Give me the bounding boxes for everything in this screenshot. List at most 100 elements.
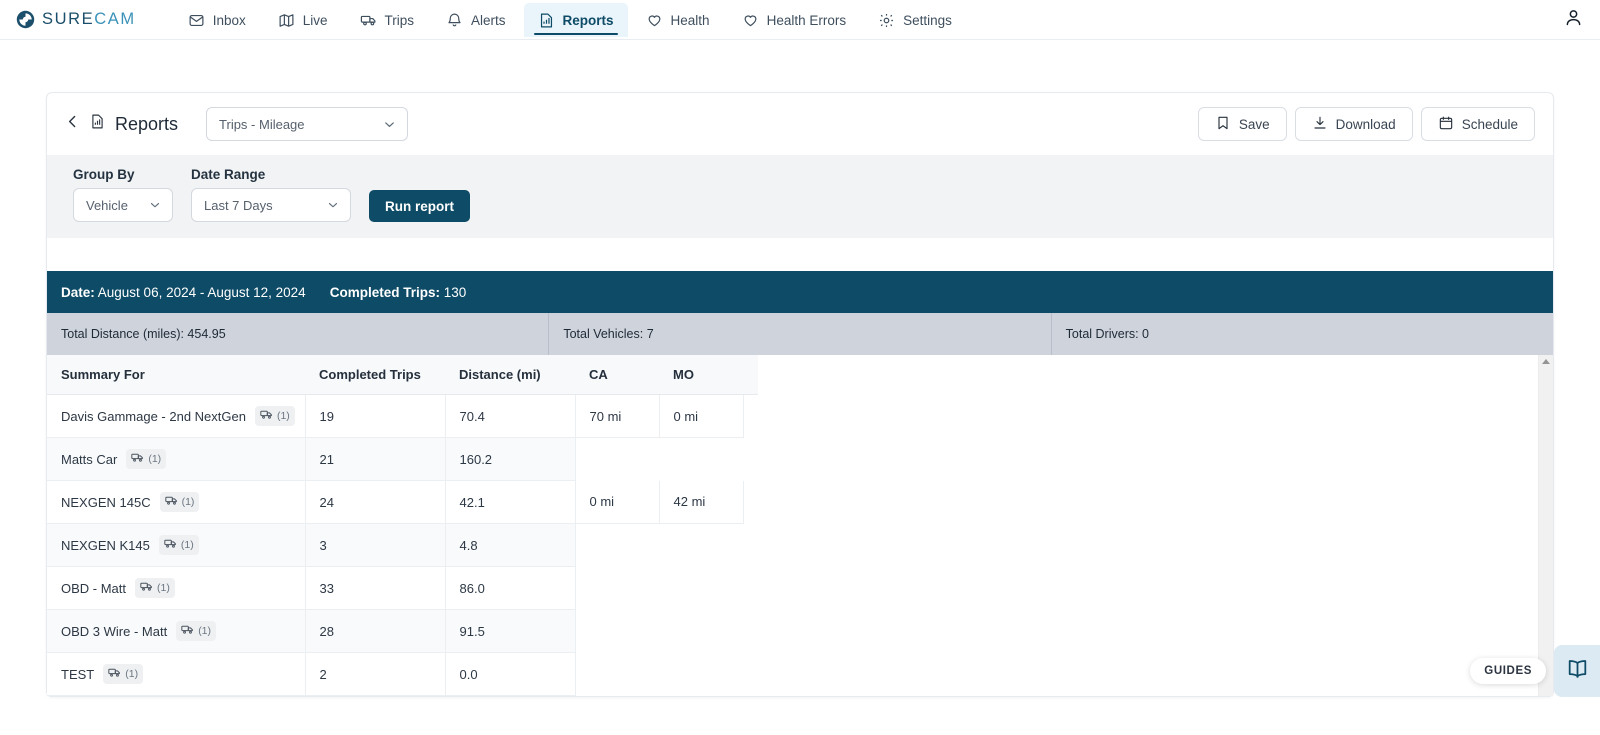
nav-item-trips[interactable]: Trips <box>346 3 429 37</box>
gear-icon <box>878 12 895 29</box>
stat-total-drivers: Total Drivers: 0 <box>1065 327 1150 341</box>
table-row[interactable]: NEXGEN K145 (1) 3 4.8 <box>47 523 758 567</box>
nav-item-settings[interactable]: Settings <box>864 3 966 37</box>
date-value: August 06, 2024 - August 12, 2024 <box>97 284 306 300</box>
vehicle-count-badge[interactable]: (1) <box>158 535 199 555</box>
nav-item-label: Reports <box>562 12 614 28</box>
vehicle-count: (1) <box>276 410 290 422</box>
cell-completed-trips: 3 <box>305 523 446 567</box>
cell-completed-trips: 19 <box>305 394 446 438</box>
download-button[interactable]: Download <box>1294 107 1413 141</box>
report-chart-icon <box>538 12 555 29</box>
cell-summary-for: Davis Gammage - 2nd NextGen (1) <box>47 394 306 438</box>
top-navigation-bar: SURECAM Inbox Live Trips Alerts Reports … <box>0 0 1600 40</box>
column-header-ca[interactable]: CA <box>575 355 659 395</box>
back-button[interactable] <box>59 111 85 137</box>
report-type-select[interactable]: Trips - Mileage <box>206 107 409 141</box>
chevron-down-icon <box>382 117 397 132</box>
cell-summary-for: OBD 3 Wire - Matt (1) <box>47 609 306 653</box>
nav-item-label: Settings <box>903 12 952 28</box>
cell-distance: 0.0 <box>445 652 576 696</box>
brand-wordmark: SURECAM <box>42 10 136 29</box>
chevron-left-icon <box>64 113 81 135</box>
cell-mo <box>659 567 743 610</box>
vehicle-count: (1) <box>181 496 195 508</box>
save-button-label: Save <box>1238 116 1270 132</box>
group-by-select[interactable]: Vehicle <box>73 188 173 222</box>
cell-ca: 70 mi <box>575 394 660 438</box>
group-by-label: Group By <box>73 167 135 182</box>
reports-header: Reports Trips - Mileage Save Download Sc… <box>47 93 1553 155</box>
guides-label-pill[interactable]: GUIDES <box>1470 658 1546 684</box>
stat-total-distance: Total Distance (miles): 454.95 <box>47 313 550 355</box>
bell-icon <box>446 12 463 29</box>
cell-summary-for: NEXGEN K145 (1) <box>47 523 306 567</box>
cell-spacer <box>743 438 758 481</box>
nav-item-live[interactable]: Live <box>264 3 342 37</box>
nav-item-alerts[interactable]: Alerts <box>432 3 520 37</box>
reports-card: Reports Trips - Mileage Save Download Sc… <box>46 92 1554 697</box>
date-range-select[interactable]: Last 7 Days <box>191 188 351 222</box>
nav-item-label: Alerts <box>471 12 506 28</box>
nav-item-health-errors[interactable]: Health Errors <box>728 3 861 37</box>
vehicle-name: TEST <box>61 666 95 682</box>
vehicle-name: NEXGEN K145 <box>61 537 150 553</box>
nav-item-label: Inbox <box>212 12 246 28</box>
table-row[interactable]: OBD - Matt (1) 33 86.0 <box>47 566 758 610</box>
truck-icon <box>360 12 377 29</box>
nav-item-reports[interactable]: Reports <box>523 2 628 37</box>
vehicle-count-badge[interactable]: (1) <box>103 664 144 684</box>
brand-logo[interactable]: SURECAM <box>16 10 136 29</box>
vehicle-count: (1) <box>157 582 170 594</box>
nav-item-label: Health Errors <box>766 12 847 28</box>
cell-spacer <box>743 481 758 524</box>
brand-text-cam: CAM <box>94 10 136 28</box>
report-table-head: Summary For Completed Trips Distance (mi… <box>47 355 758 395</box>
stat-total-vehicles: Total Vehicles: 7 <box>549 313 1052 355</box>
table-header-row: Summary For Completed Trips Distance (mi… <box>47 355 758 395</box>
run-report-button[interactable]: Run report <box>369 190 470 222</box>
report-table: Summary For Completed Trips Distance (mi… <box>47 355 758 696</box>
cell-summary-for: TEST (1) <box>47 652 306 696</box>
column-header-completed-trips[interactable]: Completed Trips <box>305 355 445 395</box>
group-by-field: Group By Vehicle <box>73 167 173 222</box>
vehicle-count: (1) <box>198 625 212 637</box>
vehicle-count-badge[interactable]: (1) <box>176 621 217 641</box>
truck-icon <box>131 451 144 467</box>
column-header-distance[interactable]: Distance (mi) <box>445 355 575 395</box>
page-title: Reports <box>89 113 178 135</box>
nav-items: Inbox Live Trips Alerts Reports Health H… <box>174 2 966 37</box>
guides-widget: GUIDES <box>1470 645 1600 697</box>
date-range-value: Last 7 Days <box>204 197 273 213</box>
vehicle-count-badge[interactable]: (1) <box>159 492 200 512</box>
vehicle-count-badge[interactable]: (1) <box>254 406 295 426</box>
vehicle-count-badge[interactable]: (1) <box>126 449 167 469</box>
nav-item-inbox[interactable]: Inbox <box>174 3 260 37</box>
heart-icon <box>742 12 759 29</box>
truck-icon <box>140 580 153 596</box>
table-row[interactable]: NEXGEN 145C (1) 24 42.1 0 mi 42 mi <box>47 480 758 524</box>
heart-icon <box>646 12 663 29</box>
schedule-button[interactable]: Schedule <box>1420 107 1535 141</box>
user-account-button[interactable] <box>1562 9 1584 31</box>
table-row[interactable]: Davis Gammage - 2nd NextGen (1) 19 70.4 70 m… <box>47 394 758 438</box>
cell-mo <box>659 653 743 696</box>
table-row[interactable]: TEST (1) 2 0.0 <box>47 652 758 696</box>
chevron-down-icon <box>326 198 340 212</box>
nav-item-health[interactable]: Health <box>632 3 724 37</box>
report-doc-icon <box>89 113 106 135</box>
table-row[interactable]: Matts Car (1) 21 160.2 <box>47 437 758 481</box>
table-row[interactable]: OBD 3 Wire - Matt (1) 28 91.5 <box>47 609 758 653</box>
guides-button[interactable] <box>1554 645 1600 697</box>
cell-mo <box>659 438 743 481</box>
date-label: Date: <box>61 284 95 300</box>
scroll-up-arrow-icon[interactable] <box>1542 359 1550 364</box>
cell-ca <box>575 610 659 653</box>
vehicle-name: NEXGEN 145C <box>61 494 151 510</box>
save-button[interactable]: Save <box>1197 107 1287 141</box>
column-header-summary-for[interactable]: Summary For <box>47 355 305 395</box>
column-header-mo[interactable]: MO <box>659 355 743 395</box>
vehicle-count-badge[interactable]: (1) <box>135 578 175 598</box>
cell-spacer <box>743 610 758 653</box>
cell-spacer <box>743 653 758 696</box>
